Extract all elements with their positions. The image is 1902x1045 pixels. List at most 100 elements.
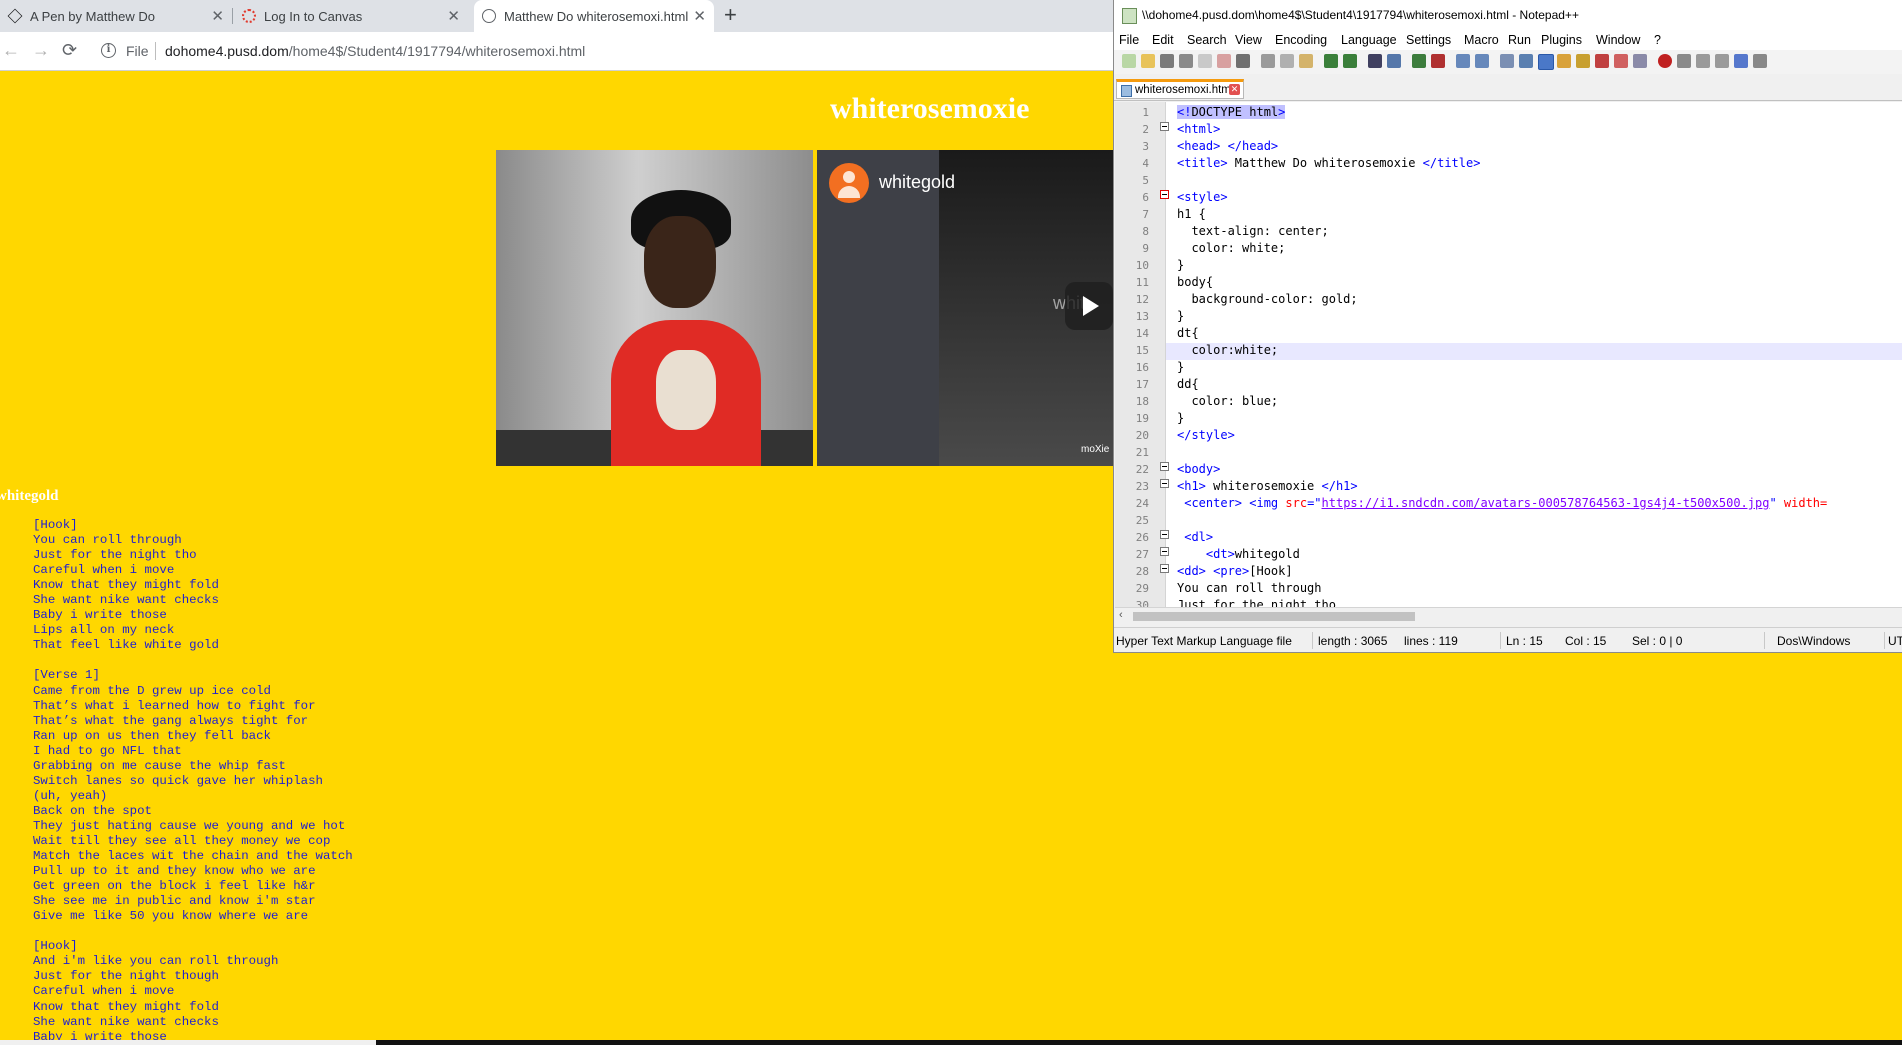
menu-file[interactable]: File <box>1119 33 1139 47</box>
reload-icon[interactable]: ⟳ <box>62 40 77 61</box>
status-length: length : 3065 <box>1318 634 1388 648</box>
notepadpp-window: \\dohome4.pusd.dom\home4$\Student4\19177… <box>1113 0 1902 653</box>
file-tab[interactable]: whiterosemoxi.html ✕ <box>1116 79 1244 99</box>
menu-edit[interactable]: Edit <box>1152 33 1174 47</box>
menu-encoding[interactable]: Encoding <box>1275 33 1327 47</box>
folder-workspace-icon[interactable] <box>1614 54 1628 68</box>
indent-guide-icon[interactable] <box>1538 54 1554 70</box>
line-number: 26 <box>1135 531 1149 544</box>
tab-codepen[interactable]: A Pen by Matthew Do ✕ <box>0 0 232 32</box>
save-icon[interactable] <box>1160 54 1174 68</box>
close-all-icon[interactable] <box>1217 54 1231 68</box>
channel-avatar[interactable] <box>829 163 869 203</box>
lyrics-pre: [Hook] You can roll through Just for the… <box>33 518 353 1040</box>
paste-icon[interactable] <box>1299 54 1313 68</box>
function-list-icon[interactable] <box>1595 54 1609 68</box>
close-icon[interactable]: ✕ <box>447 7 460 25</box>
sync-vertical-icon[interactable] <box>1456 54 1470 68</box>
play-button[interactable] <box>1065 282 1113 330</box>
fold-toggle[interactable] <box>1160 547 1169 556</box>
video-embed[interactable]: whitegold whit moXie <box>817 150 1115 466</box>
word-wrap-icon[interactable] <box>1500 54 1514 68</box>
status-sel: Sel : 0 | 0 <box>1632 634 1683 648</box>
info-icon[interactable]: i <box>101 43 116 58</box>
video-corner-tag: moXie <box>1081 444 1110 455</box>
sync-horizontal-icon[interactable] <box>1475 54 1489 68</box>
scrollbar-thumb[interactable] <box>1133 612 1415 621</box>
code-editor[interactable]: 1 2 3 4 5 6 7 8 9 10 11 12 13 14 15 16 1… <box>1115 102 1902 607</box>
new-file-icon[interactable] <box>1122 54 1136 68</box>
scheme-label: File <box>126 43 149 59</box>
code-line: h1 { <box>1177 207 1206 221</box>
play-macro-icon[interactable] <box>1696 54 1710 68</box>
doc-map-icon[interactable] <box>1576 54 1590 68</box>
close-tab-icon[interactable]: ✕ <box>1229 84 1240 95</box>
back-arrow-icon[interactable]: ← <box>2 40 20 61</box>
video-channel-name[interactable]: whitegold <box>879 172 955 193</box>
line-number: 15 <box>1135 344 1149 357</box>
menu-window[interactable]: Window <box>1596 33 1640 47</box>
code-line: <body> <box>1177 462 1221 476</box>
undo-icon[interactable] <box>1324 54 1338 68</box>
menu-help[interactable]: ? <box>1654 33 1661 47</box>
menu-view[interactable]: View <box>1235 33 1262 47</box>
save-macro-icon[interactable] <box>1734 54 1748 68</box>
close-icon[interactable]: ✕ <box>693 7 706 25</box>
status-divider <box>1312 632 1313 649</box>
fold-toggle[interactable] <box>1160 564 1169 573</box>
menu-plugins[interactable]: Plugins <box>1541 33 1582 47</box>
cut-icon[interactable] <box>1261 54 1275 68</box>
fold-toggle[interactable] <box>1160 479 1169 488</box>
scroll-left-icon[interactable]: ‹ <box>1119 609 1123 621</box>
tab-canvas[interactable]: Log In to Canvas ✕ <box>234 0 468 32</box>
tab-divider <box>232 8 233 24</box>
line-number: 16 <box>1135 361 1149 374</box>
tab-title: A Pen by Matthew Do <box>30 9 156 24</box>
zoom-out-icon[interactable] <box>1431 54 1445 68</box>
fold-toggle[interactable] <box>1160 122 1169 131</box>
copy-icon[interactable] <box>1280 54 1294 68</box>
url-host: dohome4.pusd.dom <box>165 43 289 59</box>
find-icon[interactable] <box>1368 54 1382 68</box>
new-tab-button[interactable]: + <box>724 2 737 28</box>
fold-toggle[interactable] <box>1160 190 1169 199</box>
replace-icon[interactable] <box>1387 54 1401 68</box>
npp-toolbar <box>1114 50 1902 74</box>
menu-macro[interactable]: Macro <box>1464 33 1499 47</box>
fold-toggle[interactable] <box>1160 530 1169 539</box>
record-macro-icon[interactable] <box>1658 54 1672 68</box>
status-filetype: Hyper Text Markup Language file <box>1116 634 1292 648</box>
menu-settings[interactable]: Settings <box>1406 33 1451 47</box>
stop-macro-icon[interactable] <box>1677 54 1691 68</box>
tab-whiterosemoxi[interactable]: Matthew Do whiterosemoxi.html ✕ <box>474 0 714 32</box>
save-all-icon[interactable] <box>1179 54 1193 68</box>
tab-title: Matthew Do whiterosemoxi.html <box>504 9 689 24</box>
fold-toggle[interactable] <box>1160 462 1169 471</box>
horizontal-scrollbar[interactable]: ‹ <box>1115 607 1902 625</box>
open-file-icon[interactable] <box>1141 54 1155 68</box>
forward-arrow-icon[interactable]: → <box>32 40 50 61</box>
show-all-chars-icon[interactable] <box>1519 54 1533 68</box>
code-line: body{ <box>1177 275 1214 289</box>
line-number: 30 <box>1135 599 1149 607</box>
address-bar[interactable]: dohome4.pusd.dom/home4$/Student4/1917794… <box>165 43 585 59</box>
code-line: } <box>1177 258 1185 272</box>
code-line: <title> Matthew Do whiterosemoxie </titl… <box>1177 156 1481 170</box>
zoom-in-icon[interactable] <box>1412 54 1426 68</box>
print-icon[interactable] <box>1236 54 1250 68</box>
redo-icon[interactable] <box>1343 54 1357 68</box>
monitoring-icon[interactable] <box>1633 54 1647 68</box>
menu-search[interactable]: Search <box>1187 33 1227 47</box>
line-number: 20 <box>1135 429 1149 442</box>
code-line: <head> </head> <box>1177 139 1279 153</box>
status-divider <box>1884 632 1885 649</box>
run-macro-multiple-icon[interactable] <box>1715 54 1729 68</box>
menu-language[interactable]: Language <box>1341 33 1397 47</box>
line-number: 21 <box>1135 446 1149 459</box>
udl-icon[interactable] <box>1557 54 1571 68</box>
close-icon[interactable]: ✕ <box>211 7 224 25</box>
menu-run[interactable]: Run <box>1508 33 1531 47</box>
close-file-icon[interactable] <box>1198 54 1212 68</box>
code-line: background-color: gold; <box>1177 292 1358 306</box>
toolbar-more-icon[interactable] <box>1753 54 1767 68</box>
